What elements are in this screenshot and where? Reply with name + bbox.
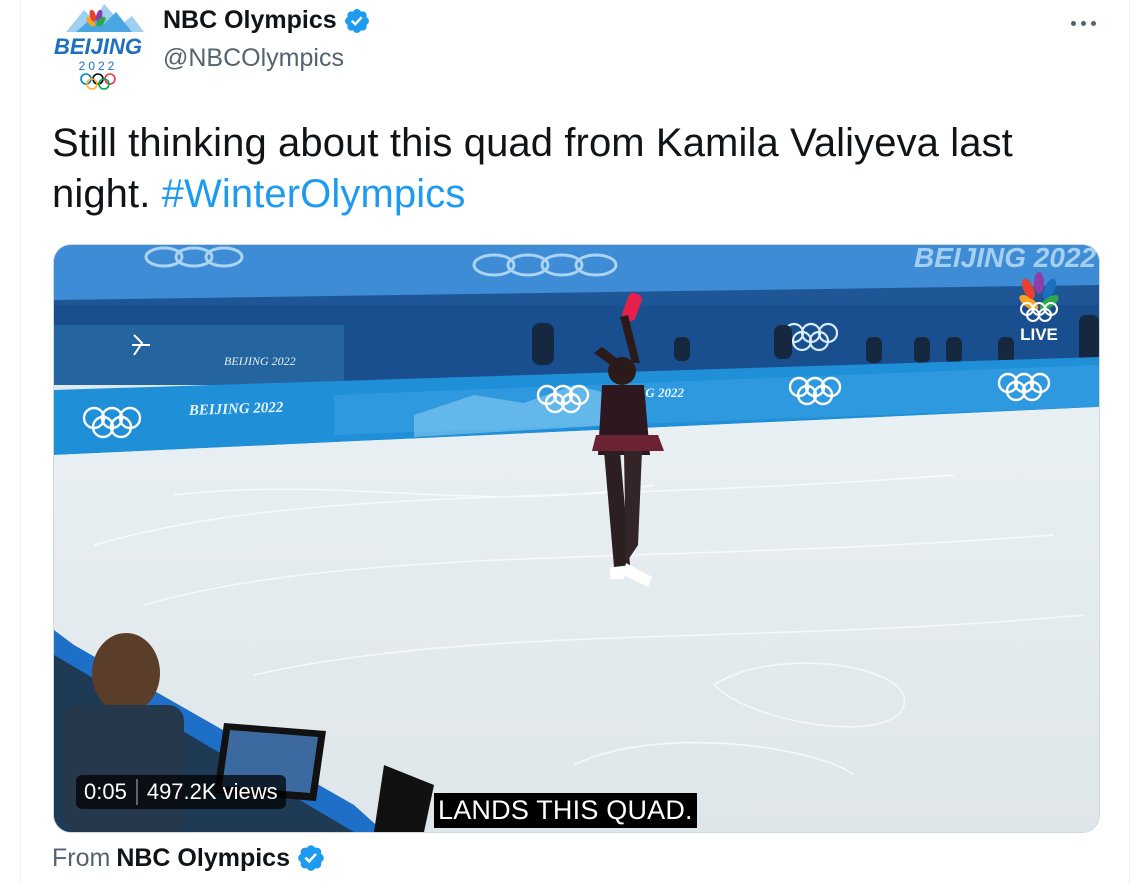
beijing-2022-logo-icon: BEIJING 2022 — [54, 4, 144, 90]
hashtag-link[interactable]: #WinterOlympics — [162, 172, 466, 216]
author-name-row[interactable]: NBC Olympics — [163, 6, 371, 35]
video-views: 497.2K views — [146, 779, 278, 804]
nbc-peacock-icon — [1019, 272, 1059, 322]
pill-divider — [135, 779, 138, 805]
avatar-line1: BEIJING — [54, 34, 142, 59]
video-caption: LANDS THIS QUAD. — [434, 793, 697, 828]
nbc-live-badge: LIVE — [1009, 267, 1069, 347]
from-account-link[interactable]: NBC Olympics — [116, 844, 290, 873]
stands-banner-text: BEIJING 2022 — [914, 245, 1097, 273]
tweet-card[interactable]: BEIJING 2022 NBC Olympics @NBCOlympics S… — [0, 0, 1146, 885]
video-frame-image: BEIJING 2022 BEIJING 2022 BEIJING 2022 N… — [54, 245, 1099, 832]
column-divider-left — [20, 0, 21, 885]
board-banner-text: BEIJING 2022 — [188, 400, 285, 419]
avatar-line2: 2022 — [79, 59, 118, 73]
author-handle[interactable]: @NBCOlympics — [163, 44, 344, 73]
verified-badge-icon — [298, 845, 324, 871]
source-attribution: From NBC Olympics — [52, 843, 326, 873]
live-label: LIVE — [1020, 325, 1058, 344]
verified-badge-icon — [344, 8, 369, 33]
video-timestamp-views: 0:05 497.2K views — [76, 775, 286, 809]
tweet-text: Still thinking about this quad from Kami… — [52, 118, 1112, 220]
from-label: From — [52, 843, 111, 872]
author-display-name[interactable]: NBC Olympics — [163, 6, 337, 35]
video-player[interactable]: BEIJING 2022 BEIJING 2022 BEIJING 2022 N… — [53, 244, 1100, 833]
video-time: 0:05 — [84, 779, 127, 804]
more-options-icon[interactable] — [1063, 10, 1103, 36]
banner-beijing-upper: BEIJING 2022 — [224, 354, 296, 368]
avatar[interactable]: BEIJING 2022 — [46, 2, 150, 92]
column-divider-right — [1129, 0, 1130, 885]
